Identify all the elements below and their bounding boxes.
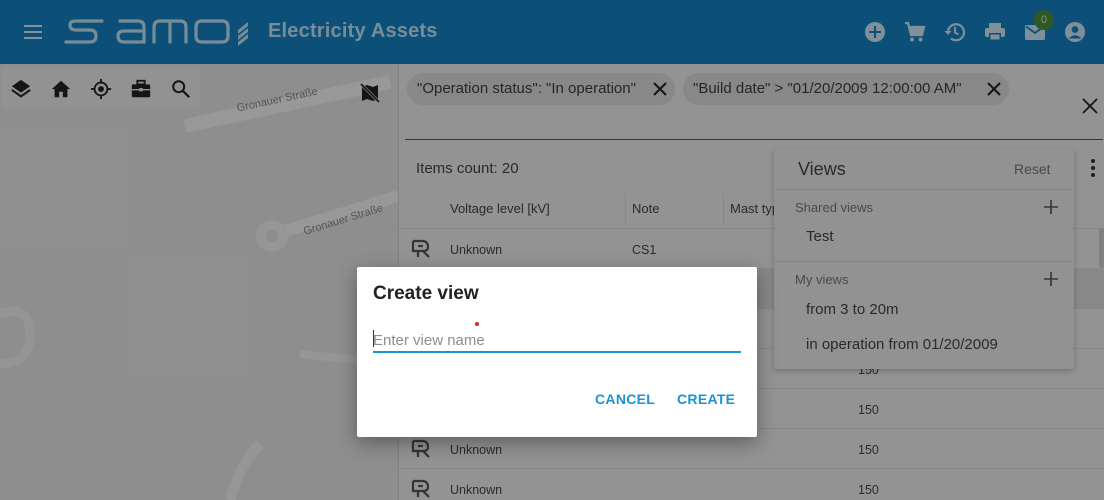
create-button[interactable]: CREATE [677, 391, 735, 407]
text-caret [373, 330, 374, 347]
view-name-input[interactable] [373, 327, 741, 353]
required-indicator [475, 322, 479, 326]
create-view-dialog: Create view CANCEL CREATE [357, 267, 757, 437]
dialog-title: Create view [373, 283, 479, 304]
cancel-button[interactable]: CANCEL [595, 391, 655, 407]
